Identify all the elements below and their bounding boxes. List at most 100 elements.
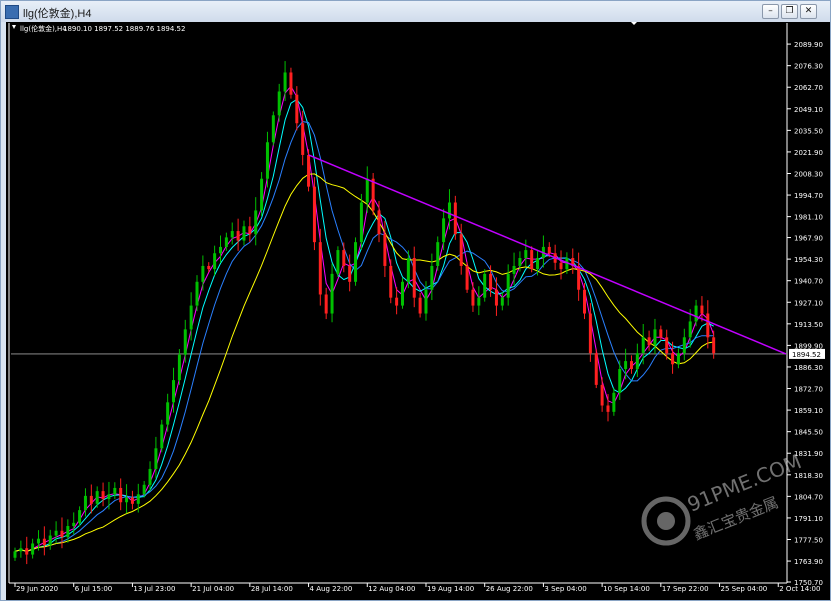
candle-body xyxy=(189,305,193,330)
candle-body xyxy=(83,495,87,511)
candle-body xyxy=(60,530,64,538)
time-tick-label: 29 Jun 2020 xyxy=(16,585,58,593)
candle-body xyxy=(453,202,457,235)
candle-body xyxy=(330,273,334,314)
candle-body xyxy=(125,497,129,503)
time-tick-label: 26 Aug 22:00 xyxy=(486,585,533,593)
candle-body xyxy=(31,543,35,555)
time-tick-label: 21 Jul 04:00 xyxy=(192,585,234,593)
price-tick-label: 2089.90 xyxy=(794,41,823,49)
price-tick-label: 2049.10 xyxy=(794,106,823,114)
candle-body xyxy=(401,281,404,306)
candle-body xyxy=(436,242,440,266)
candle-body xyxy=(442,218,446,243)
candle-body xyxy=(395,297,399,306)
watermark-logo-core xyxy=(657,512,675,530)
candle-body xyxy=(694,305,698,322)
minimize-button[interactable]: – xyxy=(762,4,779,19)
candle-body xyxy=(119,487,123,503)
candle-body xyxy=(107,494,111,500)
candle-body xyxy=(688,321,692,338)
candle-body xyxy=(483,273,487,298)
time-tick-label: 4 Aug 22:00 xyxy=(310,585,353,593)
candle-body xyxy=(659,329,663,338)
candle-body xyxy=(224,237,228,247)
candle-body xyxy=(524,250,528,259)
price-tick-label: 1845.50 xyxy=(794,429,823,437)
candle-body xyxy=(359,202,363,243)
candle-body xyxy=(142,484,146,495)
time-tick-label: 3 Sep 04:00 xyxy=(544,585,586,593)
candle-body xyxy=(583,289,587,314)
candle-body xyxy=(42,538,46,546)
price-tick-label: 1777.50 xyxy=(794,536,823,544)
candle-body xyxy=(283,72,287,92)
close-button[interactable]: ✕ xyxy=(800,4,817,19)
candle-body xyxy=(248,226,252,235)
candle-body xyxy=(389,265,393,298)
candle-body xyxy=(48,535,52,546)
restore-button[interactable]: ❐ xyxy=(781,4,798,19)
candle-body xyxy=(629,361,633,370)
candle-body xyxy=(418,297,422,314)
candle-body xyxy=(13,551,17,558)
candle-body xyxy=(236,231,240,241)
candle-body xyxy=(430,265,434,290)
candle-body xyxy=(512,265,516,274)
candle-body xyxy=(66,526,70,538)
time-tick-label: 19 Aug 14:00 xyxy=(427,585,474,593)
chart-background xyxy=(6,22,830,600)
price-tick-label: 1940.70 xyxy=(794,278,823,286)
candle-body xyxy=(506,273,510,298)
price-tick-label: 1967.90 xyxy=(794,235,823,243)
candle-body xyxy=(25,548,29,555)
candle-body xyxy=(465,265,469,290)
candle-body xyxy=(682,337,686,354)
candle-body xyxy=(624,361,628,370)
price-tick-label: 2021.90 xyxy=(794,149,823,157)
candle-body xyxy=(600,384,604,406)
price-tick-label: 1913.50 xyxy=(794,321,823,329)
time-tick-label: 10 Sep 14:00 xyxy=(603,585,650,593)
candle-body xyxy=(301,123,305,155)
candle-body xyxy=(459,234,463,266)
candle-body xyxy=(95,491,99,504)
candle-body xyxy=(277,91,281,116)
candle-body xyxy=(89,495,93,504)
candle-body xyxy=(265,142,269,179)
price-tick-label: 1994.70 xyxy=(794,192,823,200)
candle-body xyxy=(289,72,293,95)
candle-body xyxy=(195,281,199,306)
title-bar[interactable]: llg(伦敦金),H4 – ❐ ✕ xyxy=(1,1,830,22)
candle-body xyxy=(19,548,23,552)
candle-body xyxy=(641,337,645,354)
candle-body xyxy=(676,353,680,365)
time-tick-label: 13 Jul 23:00 xyxy=(133,585,175,593)
candle-body xyxy=(618,369,622,393)
price-chart[interactable]: llg(伦敦金),H4 1890.10 1897.52 1889.76 1894… xyxy=(6,21,830,600)
time-tick-label: 17 Sep 22:00 xyxy=(662,585,709,593)
candle-body xyxy=(377,210,381,235)
candle-body xyxy=(201,265,205,282)
candle-body xyxy=(477,297,481,306)
time-tick-label: 2 Oct 14:00 xyxy=(779,585,820,593)
price-tick-label: 1927.10 xyxy=(794,299,823,307)
candle-body xyxy=(671,353,675,365)
candle-body xyxy=(383,234,387,266)
chart-area[interactable]: llg(伦敦金),H4 1890.10 1897.52 1889.76 1894… xyxy=(6,21,830,600)
price-tick-label: 1804.70 xyxy=(794,493,823,501)
price-tick-label: 1791.10 xyxy=(794,515,823,523)
candle-body xyxy=(354,242,358,282)
window-title: llg(伦敦金),H4 xyxy=(23,8,92,20)
candle-body xyxy=(489,273,493,290)
candle-body xyxy=(101,491,105,500)
candle-body xyxy=(160,424,164,449)
candle-body xyxy=(254,210,258,235)
time-tick-label: 28 Jul 14:00 xyxy=(251,585,293,593)
candle-body xyxy=(577,265,581,290)
candle-body xyxy=(536,258,540,270)
time-tick-label: 12 Aug 04:00 xyxy=(368,585,415,593)
candle-body xyxy=(230,231,234,238)
candle-body xyxy=(412,258,416,298)
candle-body xyxy=(348,265,352,282)
